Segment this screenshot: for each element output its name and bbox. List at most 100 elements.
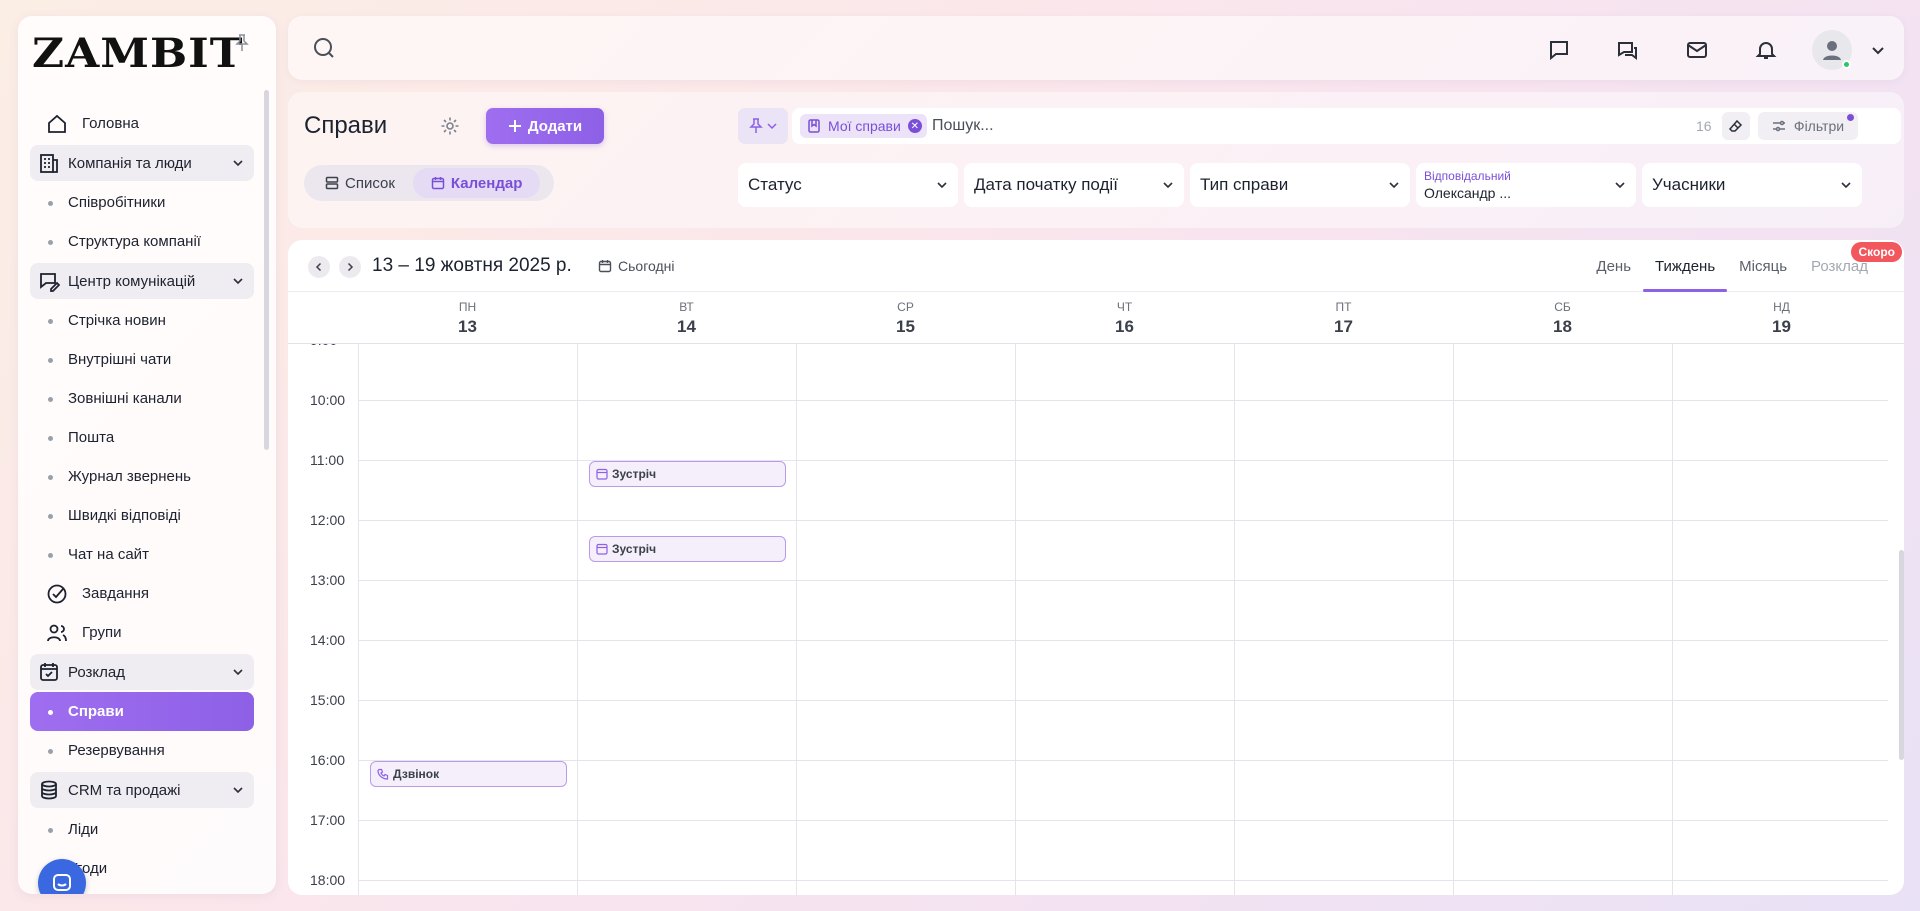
bell-icon[interactable] (1731, 32, 1800, 68)
add-button[interactable]: Додати (486, 108, 604, 144)
view-list-tab[interactable]: Список (307, 168, 413, 198)
chevron-down-icon (1388, 179, 1400, 191)
hour-label: 17:00 (310, 812, 346, 828)
sidebar-item-10[interactable]: Швидкі відповіді (30, 496, 254, 535)
sidebar-section-17[interactable]: CRM та продажі (30, 772, 254, 808)
hour-label: 15:00 (310, 692, 346, 708)
sidebar-section-1[interactable]: Компанія та люди (30, 145, 254, 181)
responsible-value: Олександр ... (1424, 185, 1512, 201)
hour-line (358, 400, 1888, 401)
filter-chip-my-tasks[interactable]: Мої справи ✕ (800, 114, 927, 138)
day-header[interactable]: СР 15 (796, 292, 1015, 344)
search-bar[interactable]: Мої справи ✕ Пошук... 16 Фільтри (792, 108, 1901, 144)
gear-icon[interactable] (440, 116, 460, 136)
status-dropdown[interactable]: Статус (738, 163, 958, 207)
sidebar-item-12[interactable]: Завдання (30, 574, 254, 613)
today-button[interactable]: Сьогодні (598, 258, 674, 274)
sidebar-item-13[interactable]: Групи (30, 613, 254, 652)
sidebar-item-18[interactable]: Ліди (30, 810, 254, 849)
sidebar-section-4[interactable]: Центр комунікацій (30, 263, 254, 299)
logo[interactable]: ZAMBIT (32, 22, 246, 80)
sidebar-item-8[interactable]: Пошта (30, 418, 254, 457)
start-date-dropdown[interactable]: Дата початку події (964, 163, 1184, 207)
tab-week[interactable]: Тиждень (1643, 240, 1728, 292)
time-grid: 9:00 10:00 11:00 12:00 13:00 14:00 15:00 16:00 1… (288, 344, 1888, 895)
sidebar-item-9[interactable]: Журнал звернень (30, 457, 254, 496)
calendar-icon (598, 259, 612, 273)
hour-label: 12:00 (310, 512, 346, 528)
chevron-down-icon (936, 179, 948, 191)
days-header: ПН 13 ВТ 14 СР 15 ЧТ 16 ПТ 17 СБ 18 НД 19 (288, 292, 1904, 344)
sidebar-item-3[interactable]: Структура компанії (30, 222, 254, 261)
sidebar-item-6[interactable]: Внутрішні чати (30, 340, 254, 379)
filters-button[interactable]: Фільтри (1758, 112, 1858, 140)
calendar-event[interactable]: Зустріч (589, 536, 786, 562)
chevron-down-icon (232, 157, 244, 169)
sidebar-item-label: Завдання (82, 585, 149, 602)
calendar-event[interactable]: Зустріч (589, 461, 786, 487)
sidebar-item-0[interactable]: Головна (30, 104, 254, 143)
chevron-down-icon[interactable] (1870, 42, 1886, 58)
calendar-event[interactable]: Дзвінок (370, 761, 567, 787)
sidebar-item-label: Журнал звернень (68, 468, 191, 485)
chevron-right-icon[interactable] (339, 256, 361, 278)
sidebar-item-label: Компанія та люди (68, 154, 192, 172)
sidebar-item-label: Чат на сайт (68, 546, 149, 563)
chevron-left-icon[interactable] (308, 256, 330, 278)
calendar-scrollbar[interactable] (1899, 550, 1904, 760)
hour-line (358, 580, 1888, 581)
day-column-divider (1453, 344, 1454, 895)
home-icon (46, 113, 68, 135)
participants-dropdown[interactable]: Учасники (1642, 163, 1862, 207)
day-header[interactable]: ПТ 17 (1234, 292, 1453, 344)
sidebar-item-7[interactable]: Зовнішні канали (30, 379, 254, 418)
day-header[interactable]: ЧТ 16 (1015, 292, 1234, 344)
day-header[interactable]: ВТ 14 (577, 292, 796, 344)
filter-chip-label: Мої справи (828, 118, 901, 134)
chats-icon[interactable] (1593, 32, 1662, 68)
day-header[interactable]: НД 19 (1672, 292, 1891, 344)
sidebar-item-label: Резервування (68, 742, 165, 759)
sidebar-item-5[interactable]: Стрічка новин (30, 301, 254, 340)
hour-label: 16:00 (310, 752, 346, 768)
user-avatar[interactable] (1812, 30, 1852, 70)
sidebar-item-2[interactable]: Співробітники (30, 183, 254, 222)
check-circle-icon (46, 583, 68, 605)
tab-month[interactable]: Місяць (1727, 240, 1799, 292)
sidebar-item-label: Ліди (68, 821, 99, 838)
eraser-icon[interactable] (1722, 112, 1750, 140)
sidebar-item-11[interactable]: Чат на сайт (30, 535, 254, 574)
day-header[interactable]: ПН 13 (358, 292, 577, 344)
day-column-divider (1015, 344, 1016, 895)
view-calendar-tab[interactable]: Календар (412, 168, 541, 198)
tab-day[interactable]: День (1584, 240, 1643, 292)
day-of-week: НД (1773, 300, 1790, 314)
page-title: Справи (304, 112, 388, 139)
sidebar-item-label: Групи (82, 624, 122, 641)
hour-line (358, 640, 1888, 641)
calendar-check-icon (38, 661, 60, 683)
search-input[interactable]: Пошук... (932, 117, 994, 135)
message-icon[interactable] (1524, 32, 1593, 68)
day-header[interactable]: СБ 18 (1453, 292, 1672, 344)
sidebar-scrollbar[interactable] (264, 90, 269, 450)
chevron-down-icon (232, 275, 244, 287)
pin-icon[interactable] (234, 34, 250, 52)
responsible-dropdown[interactable]: Відповідальний Олександр ... (1416, 163, 1636, 207)
task-type-dropdown[interactable]: Тип справи (1190, 163, 1410, 207)
mail-icon[interactable] (1662, 32, 1731, 68)
sidebar-item-16[interactable]: Резервування (30, 731, 254, 770)
list-icon (325, 176, 339, 190)
event-title: Зустріч (612, 467, 657, 481)
filters-active-dot (1847, 114, 1854, 121)
search-icon[interactable] (312, 36, 336, 60)
sidebar-item-15[interactable]: Справи (30, 692, 254, 731)
calendar-toolbar: 13 – 19 жовтня 2025 р. Сьогодні День Тиж… (288, 240, 1904, 292)
close-icon[interactable]: ✕ (907, 119, 922, 133)
pinned-filters-button[interactable] (738, 108, 788, 144)
day-column-divider (1672, 344, 1673, 895)
sidebar-section-14[interactable]: Розклад (30, 654, 254, 690)
soon-badge: Скоро (1851, 242, 1902, 262)
add-button-label: Додати (527, 117, 583, 135)
event-title: Зустріч (612, 542, 657, 556)
